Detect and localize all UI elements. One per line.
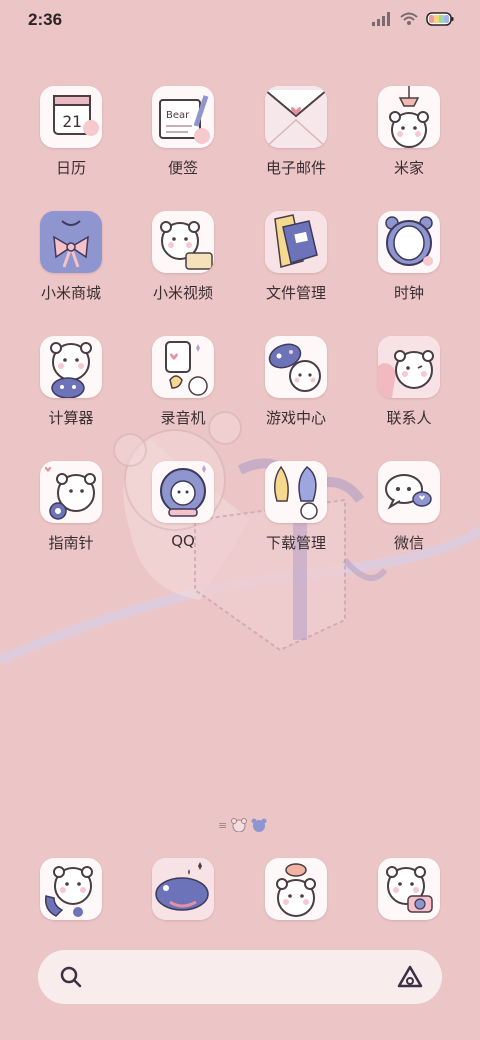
video-icon <box>152 211 214 273</box>
calculator-icon <box>40 336 102 398</box>
calendar-date: 21 <box>62 112 81 131</box>
download-icon <box>265 461 327 523</box>
app-download[interactable]: 下载管理 <box>241 461 351 553</box>
recorder-icon <box>152 336 214 398</box>
compass-icon <box>40 461 102 523</box>
browser-icon[interactable] <box>265 858 327 920</box>
app-wechat[interactable]: 微信 <box>354 461 464 553</box>
notes-icon: Bear <box>152 86 214 148</box>
status-bar: 2:36 <box>0 0 480 42</box>
qq-icon <box>152 461 214 523</box>
app-email[interactable]: 电子邮件 <box>241 86 351 178</box>
assistant-icon[interactable] <box>396 964 424 990</box>
app-label: 游戏中心 <box>265 409 326 427</box>
app-mijia[interactable]: 米家 <box>354 86 464 178</box>
app-label: 小米商城 <box>40 284 101 302</box>
app-qq[interactable]: QQ <box>128 461 238 550</box>
app-mall[interactable]: 小米商城 <box>16 211 126 303</box>
app-label: 小米视频 <box>152 284 213 302</box>
status-time: 2:36 <box>28 10 63 29</box>
status-icons <box>372 12 454 26</box>
app-label: 便签 <box>167 159 198 177</box>
search-icon[interactable] <box>58 964 84 990</box>
app-label: 文件管理 <box>265 284 326 302</box>
calendar-icon: 21 <box>40 86 102 148</box>
search-bar[interactable] <box>38 950 442 1004</box>
app-label: 时钟 <box>393 284 424 302</box>
wechat-icon <box>378 461 440 523</box>
page-indicator[interactable]: ≡ <box>218 818 267 832</box>
app-files[interactable]: 文件管理 <box>241 211 351 303</box>
app-recorder[interactable]: 录音机 <box>128 336 238 428</box>
app-label: 电子邮件 <box>265 159 326 177</box>
app-label: QQ <box>171 532 195 550</box>
dock <box>0 858 480 922</box>
app-notes[interactable]: Bear 便签 <box>128 86 238 178</box>
email-icon <box>265 86 327 148</box>
app-label: 微信 <box>393 534 424 552</box>
camera-icon[interactable] <box>378 858 440 920</box>
app-label: 录音机 <box>160 409 206 427</box>
battery-icon <box>426 12 454 26</box>
app-label: 指南针 <box>48 534 94 552</box>
wifi-icon <box>400 12 418 25</box>
app-label: 联系人 <box>386 409 432 427</box>
game-center-icon <box>265 336 327 398</box>
contacts-icon <box>378 336 440 398</box>
files-icon <box>265 211 327 273</box>
app-clock[interactable]: 时钟 <box>354 211 464 303</box>
bear-face-icon <box>231 818 248 832</box>
messages-icon[interactable] <box>152 858 214 920</box>
clock-icon <box>378 211 440 273</box>
app-calculator[interactable]: 计算器 <box>16 336 126 428</box>
app-calendar[interactable]: 21 日历 <box>16 86 126 178</box>
app-label: 米家 <box>393 159 424 177</box>
menu-lines-icon: ≡ <box>218 818 228 832</box>
app-label: 日历 <box>55 159 86 177</box>
app-game-center[interactable]: 游戏中心 <box>241 336 351 428</box>
app-compass[interactable]: 指南针 <box>16 461 126 553</box>
phone-icon[interactable] <box>40 858 102 920</box>
app-video[interactable]: 小米视频 <box>128 211 238 303</box>
app-contacts[interactable]: 联系人 <box>354 336 464 428</box>
mijia-icon <box>378 86 440 148</box>
bear-face-active-icon <box>251 818 267 832</box>
mall-icon <box>40 211 102 273</box>
signal-icon <box>372 12 390 26</box>
app-label: 计算器 <box>48 409 94 427</box>
app-label: 下载管理 <box>265 534 326 552</box>
note-text: Bear <box>166 110 190 121</box>
